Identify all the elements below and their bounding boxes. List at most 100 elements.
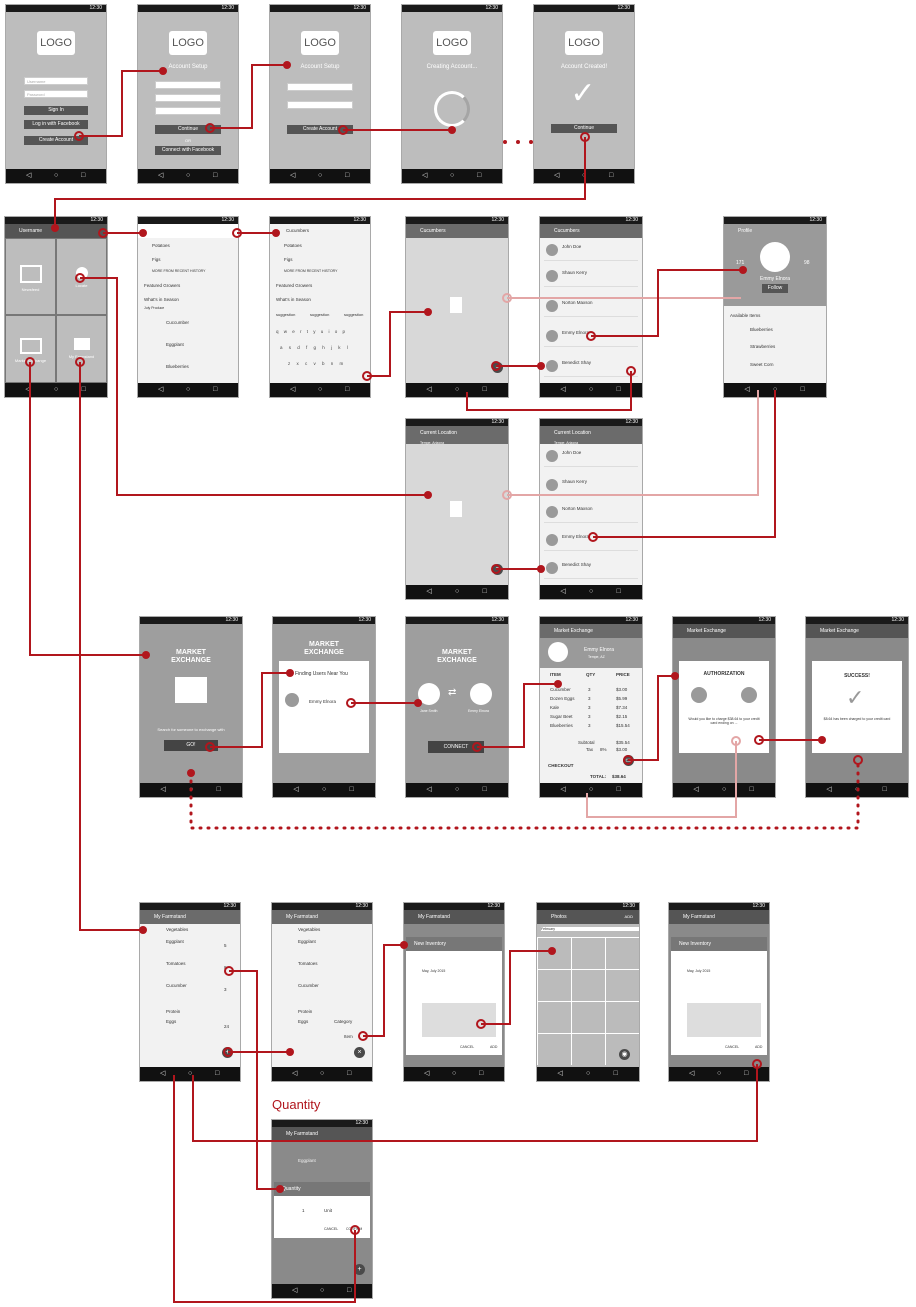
add-fab[interactable]: + [222, 1047, 233, 1058]
history-more-link[interactable]: MORE FROM RECENT HISTORY [284, 269, 337, 273]
recents-icon[interactable]: □ [350, 786, 354, 794]
recents-icon[interactable]: □ [617, 786, 621, 794]
grower-row[interactable]: John Doe [544, 241, 638, 261]
history-item[interactable]: Figs [284, 257, 293, 262]
quantity-value[interactable]: 1 [302, 1208, 305, 1213]
home-icon[interactable]: ○ [589, 786, 593, 794]
suggestion[interactable]: suggestion [344, 312, 363, 317]
back-icon[interactable]: ◁ [26, 172, 31, 180]
home-icon[interactable]: ○ [586, 1070, 590, 1078]
back-icon[interactable]: ◁ [426, 386, 431, 394]
setup-field-1[interactable] [155, 81, 221, 89]
recents-icon[interactable]: □ [347, 1287, 351, 1295]
back-icon[interactable]: ◁ [560, 386, 565, 394]
home-icon[interactable]: ○ [186, 172, 190, 180]
cancel-button[interactable]: CANCEL [460, 1045, 474, 1049]
list-fab[interactable]: ≡ [492, 564, 503, 575]
inventory-item[interactable]: Tomatoes [298, 961, 318, 966]
image-placeholder[interactable] [687, 1003, 761, 1037]
available-item[interactable]: Strawberries [750, 344, 775, 349]
tile-newsfeed[interactable]: Newsfeed [5, 238, 56, 315]
recents-icon[interactable]: □ [609, 172, 613, 180]
username-field[interactable]: Username [24, 77, 88, 85]
setup-field-3[interactable] [155, 107, 221, 115]
season-item[interactable]: Cuccumber [166, 320, 189, 325]
home-icon[interactable]: ○ [855, 786, 859, 794]
history-item[interactable]: Potatoes [284, 243, 302, 248]
grower-row[interactable]: Emmy Elnora [544, 531, 638, 551]
create-account-button[interactable]: Create Account [287, 125, 353, 134]
home-icon[interactable]: ○ [582, 172, 586, 180]
grower-row[interactable]: Emmy Elnora [544, 327, 638, 347]
add-button[interactable]: ADD [490, 1045, 497, 1049]
home-icon[interactable]: ○ [455, 588, 459, 596]
season-item[interactable]: Blueberries [166, 364, 189, 369]
back-icon[interactable]: ◁ [160, 786, 165, 794]
recents-icon[interactable]: □ [217, 786, 221, 794]
home-icon[interactable]: ○ [589, 588, 593, 596]
grower-row[interactable]: John Doe [544, 447, 638, 467]
date-field[interactable]: May, July 2015 [687, 969, 710, 973]
back-icon[interactable]: ◁ [25, 386, 30, 394]
add-item-option[interactable]: Item [344, 1034, 353, 1039]
recents-icon[interactable]: □ [213, 172, 217, 180]
home-icon[interactable]: ○ [186, 386, 190, 394]
home-icon[interactable]: ○ [452, 1070, 456, 1078]
back-icon[interactable]: ◁ [554, 172, 559, 180]
keyboard-row[interactable]: a s d f g h j k l [280, 345, 350, 350]
grower-row[interactable]: Benedict Shay [544, 357, 638, 377]
recents-icon[interactable]: □ [883, 786, 887, 794]
grower-row[interactable]: Shaun Kerry [544, 267, 638, 287]
recents-icon[interactable]: □ [479, 1070, 483, 1078]
setup-field-b[interactable] [287, 101, 353, 109]
add-category-option[interactable]: Category [334, 1019, 352, 1024]
history-item[interactable]: Potatoes [152, 243, 170, 248]
suggestion[interactable]: suggestion [276, 312, 295, 317]
recents-icon[interactable]: □ [213, 386, 217, 394]
back-icon[interactable]: ◁ [693, 786, 698, 794]
inventory-item[interactable]: Eggs [298, 1019, 308, 1024]
recents-icon[interactable]: □ [477, 172, 481, 180]
tile-my-farmstand[interactable]: My Farmstand [56, 315, 107, 383]
recents-icon[interactable]: □ [347, 1070, 351, 1078]
photo-grid[interactable] [537, 937, 639, 1065]
date-field[interactable]: May, July 2015 [422, 969, 445, 973]
add-button[interactable]: ADD [755, 1045, 762, 1049]
home-icon[interactable]: ○ [318, 172, 322, 180]
create-account-button[interactable]: Create Account [24, 136, 88, 145]
photos-add[interactable]: ADD [625, 910, 633, 924]
back-icon[interactable]: ◁ [424, 1070, 429, 1078]
connect-button[interactable]: CONNECT [428, 741, 484, 753]
back-icon[interactable]: ◁ [689, 1070, 694, 1078]
recents-icon[interactable]: □ [345, 386, 349, 394]
close-fab[interactable]: × [354, 1047, 365, 1058]
recents-icon[interactable]: □ [483, 588, 487, 596]
tile-locate[interactable]: Locate [56, 238, 107, 315]
suggestion[interactable]: suggestion [310, 312, 329, 317]
home-icon[interactable]: ○ [717, 1070, 721, 1078]
featured-growers[interactable]: Featured Growers [144, 283, 180, 288]
keyboard-row[interactable]: z x c v b n m [288, 361, 346, 366]
back-icon[interactable]: ◁ [292, 1287, 297, 1295]
recents-icon[interactable]: □ [345, 172, 349, 180]
recents-icon[interactable]: □ [617, 588, 621, 596]
back-icon[interactable]: ◁ [422, 172, 427, 180]
grower-row[interactable]: Norton Maxson [544, 503, 638, 523]
recents-icon[interactable]: □ [750, 786, 754, 794]
back-icon[interactable]: ◁ [426, 786, 431, 794]
home-icon[interactable]: ○ [450, 172, 454, 180]
back-icon[interactable]: ◁ [158, 386, 163, 394]
continue-button[interactable]: Continue [155, 125, 221, 134]
back-icon[interactable]: ◁ [158, 172, 163, 180]
tile-market-exchange[interactable]: Market Exchange [5, 315, 56, 383]
back-icon[interactable]: ◁ [160, 1070, 165, 1078]
home-icon[interactable]: ○ [320, 1287, 324, 1295]
home-icon[interactable]: ○ [322, 786, 326, 794]
inventory-item[interactable]: Eggplant [166, 939, 184, 944]
home-icon[interactable]: ○ [589, 386, 593, 394]
back-icon[interactable]: ◁ [293, 786, 298, 794]
setup-field-a[interactable] [287, 83, 353, 91]
continue-button[interactable]: Continue [551, 124, 617, 133]
home-icon[interactable]: ○ [54, 172, 58, 180]
back-icon[interactable]: ◁ [557, 1070, 562, 1078]
